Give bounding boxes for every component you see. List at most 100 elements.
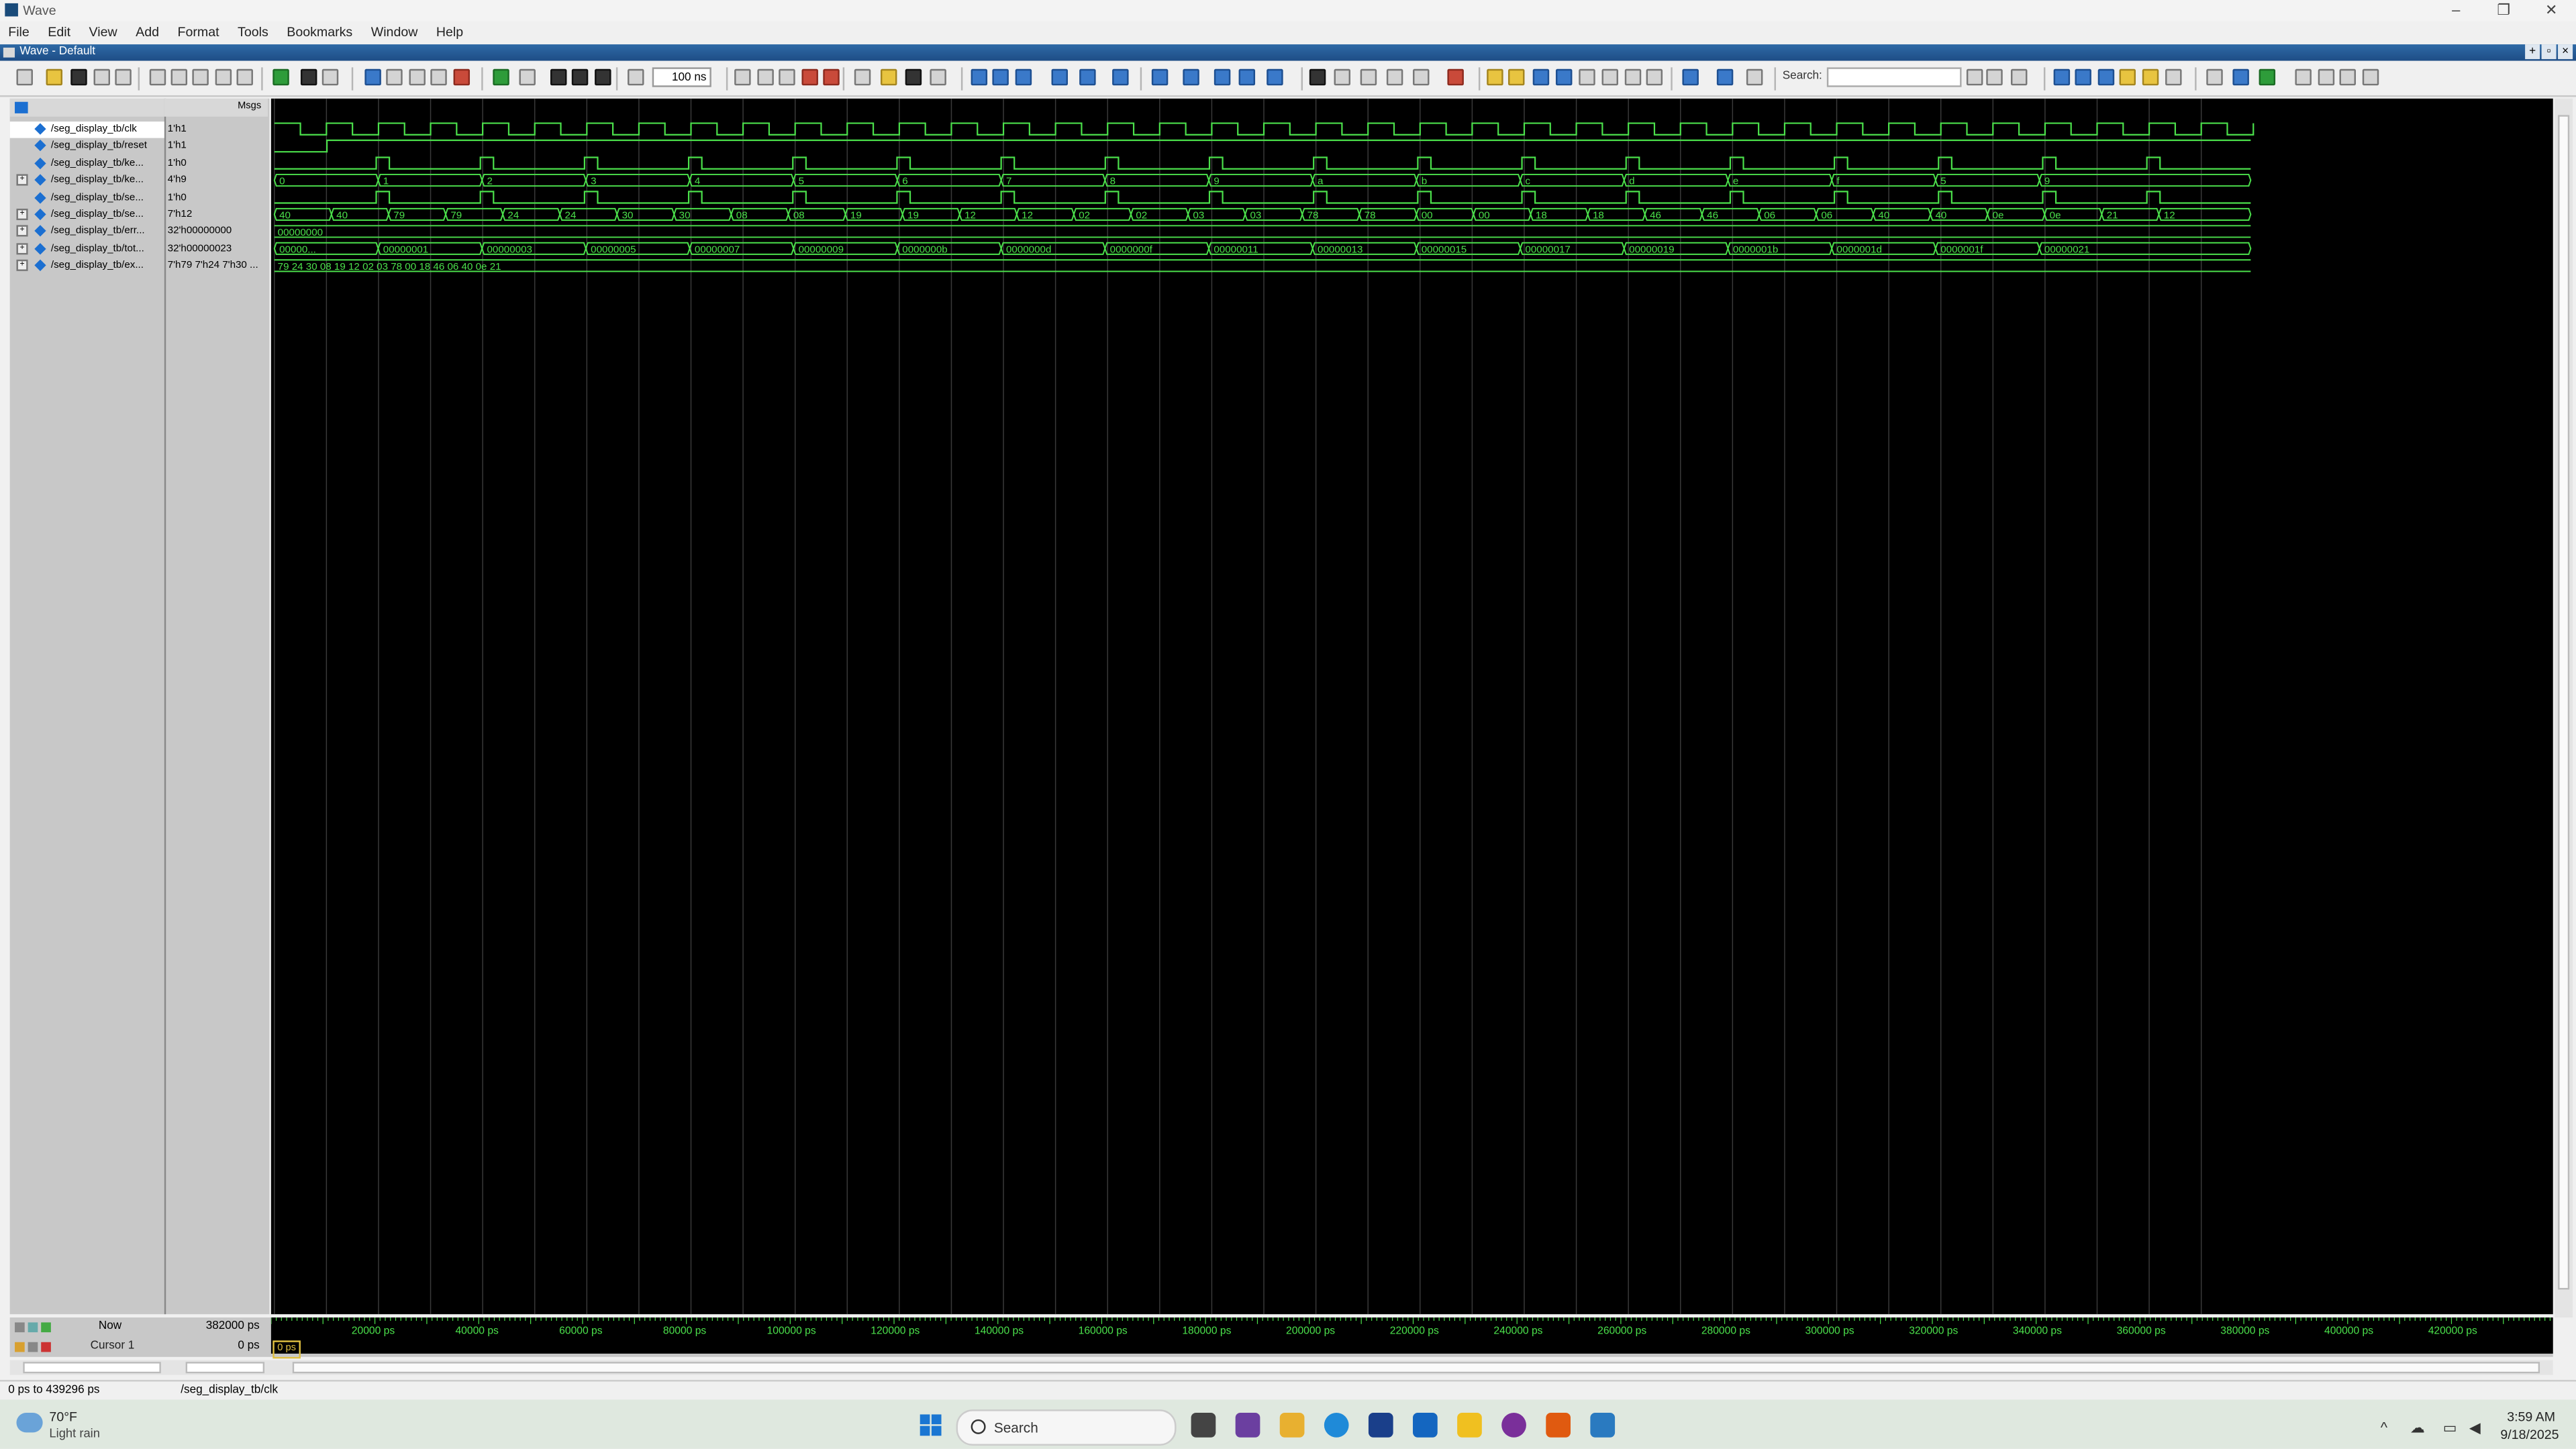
- sim-break-icon[interactable]: [430, 68, 447, 86]
- signal-row[interactable]: + /seg_display_tb/ex...: [10, 258, 164, 274]
- compare-icon[interactable]: [493, 68, 509, 86]
- signal-row[interactable]: + /seg_display_tb/ke...: [10, 172, 164, 189]
- matlab-icon[interactable]: [1546, 1413, 1571, 1438]
- save-icon[interactable]: [70, 68, 87, 86]
- wave-list-icon[interactable]: [15, 101, 28, 113]
- zoom-mode-icon[interactable]: [1334, 68, 1351, 86]
- expand-signal-icon[interactable]: +: [16, 260, 28, 272]
- expand-signal-icon[interactable]: +: [16, 226, 28, 238]
- signal-row[interactable]: + /seg_display_tb/tot...: [10, 241, 164, 257]
- onedrive-icon[interactable]: ☁: [2410, 1419, 2425, 1438]
- menu-bookmarks[interactable]: Bookmarks: [287, 21, 352, 44]
- minimize-button[interactable]: –: [2444, 1, 2467, 19]
- signal-row[interactable]: /seg_display_tb/se...: [10, 190, 164, 206]
- expand-signal-icon[interactable]: +: [16, 174, 28, 187]
- cursor-add-icon[interactable]: [1386, 68, 1403, 86]
- undock-button[interactable]: +: [2525, 44, 2540, 60]
- zoom-out-icon[interactable]: [2075, 68, 2091, 86]
- pointer-icon[interactable]: [1309, 68, 1326, 86]
- start-button[interactable]: [920, 1414, 943, 1437]
- dock-a-icon[interactable]: [2295, 68, 2312, 86]
- menu-format[interactable]: Format: [178, 21, 219, 44]
- store-app-icon[interactable]: [1235, 1413, 1260, 1438]
- run-all-icon[interactable]: [1112, 68, 1129, 86]
- search-next-icon[interactable]: [1986, 68, 2003, 86]
- wave-cmp-b-icon[interactable]: [1183, 68, 1199, 86]
- search-input[interactable]: [1826, 67, 1962, 87]
- new-file-icon[interactable]: [16, 68, 33, 86]
- expand-a-icon[interactable]: [1682, 68, 1699, 86]
- print-icon[interactable]: [115, 68, 132, 86]
- file-explorer-icon[interactable]: [1279, 1413, 1305, 1438]
- signal-row[interactable]: /seg_display_tb/reset: [10, 139, 164, 155]
- cursor-tools-icon[interactable]: [15, 1322, 51, 1334]
- dock-b-icon[interactable]: [2318, 68, 2335, 86]
- wave-e-icon[interactable]: [823, 68, 840, 86]
- zoom-last-icon[interactable]: [2165, 68, 2182, 86]
- wave-b-icon[interactable]: [757, 68, 774, 86]
- cut-icon[interactable]: [149, 68, 166, 86]
- expand-signal-icon[interactable]: +: [16, 242, 28, 254]
- layout-b-icon[interactable]: [2232, 68, 2249, 86]
- edge-c-icon[interactable]: [1532, 68, 1550, 86]
- menu-help[interactable]: Help: [436, 21, 463, 44]
- find-icon[interactable]: [300, 68, 317, 86]
- weather-description[interactable]: Light rain: [49, 1426, 100, 1441]
- zoom-fit-icon[interactable]: [628, 68, 644, 86]
- dock-d-icon[interactable]: [2362, 68, 2379, 86]
- value-scroll-thumb[interactable]: [185, 1362, 265, 1374]
- task-view-icon[interactable]: [1191, 1413, 1216, 1438]
- network-icon[interactable]: ▭: [2443, 1419, 2457, 1438]
- edge-browser-icon[interactable]: [1324, 1413, 1349, 1438]
- edge-d-icon[interactable]: [1555, 68, 1573, 86]
- wave-scroll-thumb[interactable]: [292, 1362, 2540, 1374]
- dock-c-icon[interactable]: [2339, 68, 2357, 86]
- horizontal-scrollbar[interactable]: [9, 1360, 2553, 1375]
- edge-e-icon[interactable]: [1579, 68, 1595, 86]
- expand-c-icon[interactable]: [1746, 68, 1763, 86]
- sim-restart-icon[interactable]: [364, 68, 381, 86]
- menu-file[interactable]: File: [8, 21, 30, 44]
- clock-date[interactable]: 9/18/2025: [2500, 1428, 2559, 1442]
- vertical-scroll-thumb[interactable]: [2558, 115, 2570, 1290]
- edge-a-icon[interactable]: [1487, 68, 1503, 86]
- wave-f-icon[interactable]: [854, 68, 871, 86]
- add-wave-icon[interactable]: [273, 68, 289, 86]
- zoom-field[interactable]: 100 ns: [652, 67, 711, 87]
- edge-h-icon[interactable]: [1646, 68, 1663, 86]
- notepad-icon[interactable]: [1590, 1413, 1616, 1438]
- step-into-icon[interactable]: [971, 68, 988, 86]
- weather-cloud-icon[interactable]: [16, 1413, 43, 1433]
- expand-signal-icon[interactable]: +: [16, 208, 28, 220]
- cursor-lock-icon[interactable]: [15, 1342, 51, 1354]
- sim-stop-icon[interactable]: [453, 68, 470, 86]
- menu-edit[interactable]: Edit: [48, 21, 70, 44]
- wave-cmp-e-icon[interactable]: [1267, 68, 1283, 86]
- paste-icon[interactable]: [192, 68, 209, 86]
- zoom-in-icon[interactable]: [2053, 68, 2071, 86]
- menu-add[interactable]: Add: [136, 21, 159, 44]
- wave-h-icon[interactable]: [905, 68, 922, 86]
- microsoft-store-icon[interactable]: [1368, 1413, 1393, 1438]
- step-options-icon[interactable]: [1051, 68, 1069, 86]
- format-icon[interactable]: [321, 68, 339, 86]
- cursor-time-box[interactable]: 0 ps: [273, 1340, 301, 1359]
- cursor-lock-icon[interactable]: [1447, 68, 1464, 86]
- back-icon[interactable]: [571, 68, 589, 86]
- hand-icon[interactable]: [930, 68, 946, 86]
- waveform-canvas[interactable]: 0 1 2 3 4 5 6 7 8 9 a b c d e f 5 940 40 79 79 24 24 30 30 08 08 19…: [271, 98, 2553, 1315]
- cursor-del-icon[interactable]: [1413, 68, 1430, 86]
- undo-icon[interactable]: [215, 68, 232, 86]
- zoom-cursor-icon[interactable]: [2119, 68, 2136, 86]
- step-out-icon[interactable]: [1015, 68, 1032, 86]
- signal-row[interactable]: + /seg_display_tb/se...: [10, 207, 164, 223]
- open-file-icon[interactable]: [46, 68, 63, 86]
- step-over-icon[interactable]: [992, 68, 1009, 86]
- sticky-app-icon[interactable]: [1457, 1413, 1482, 1438]
- sim-step-icon[interactable]: [409, 68, 426, 86]
- maximize-button[interactable]: ❐: [2492, 1, 2515, 19]
- tray-chevron-icon[interactable]: ^: [2381, 1419, 2387, 1436]
- forward-icon[interactable]: [595, 68, 611, 86]
- vertical-scrollbar[interactable]: [2555, 98, 2573, 1318]
- layout-c-icon[interactable]: [2259, 68, 2276, 86]
